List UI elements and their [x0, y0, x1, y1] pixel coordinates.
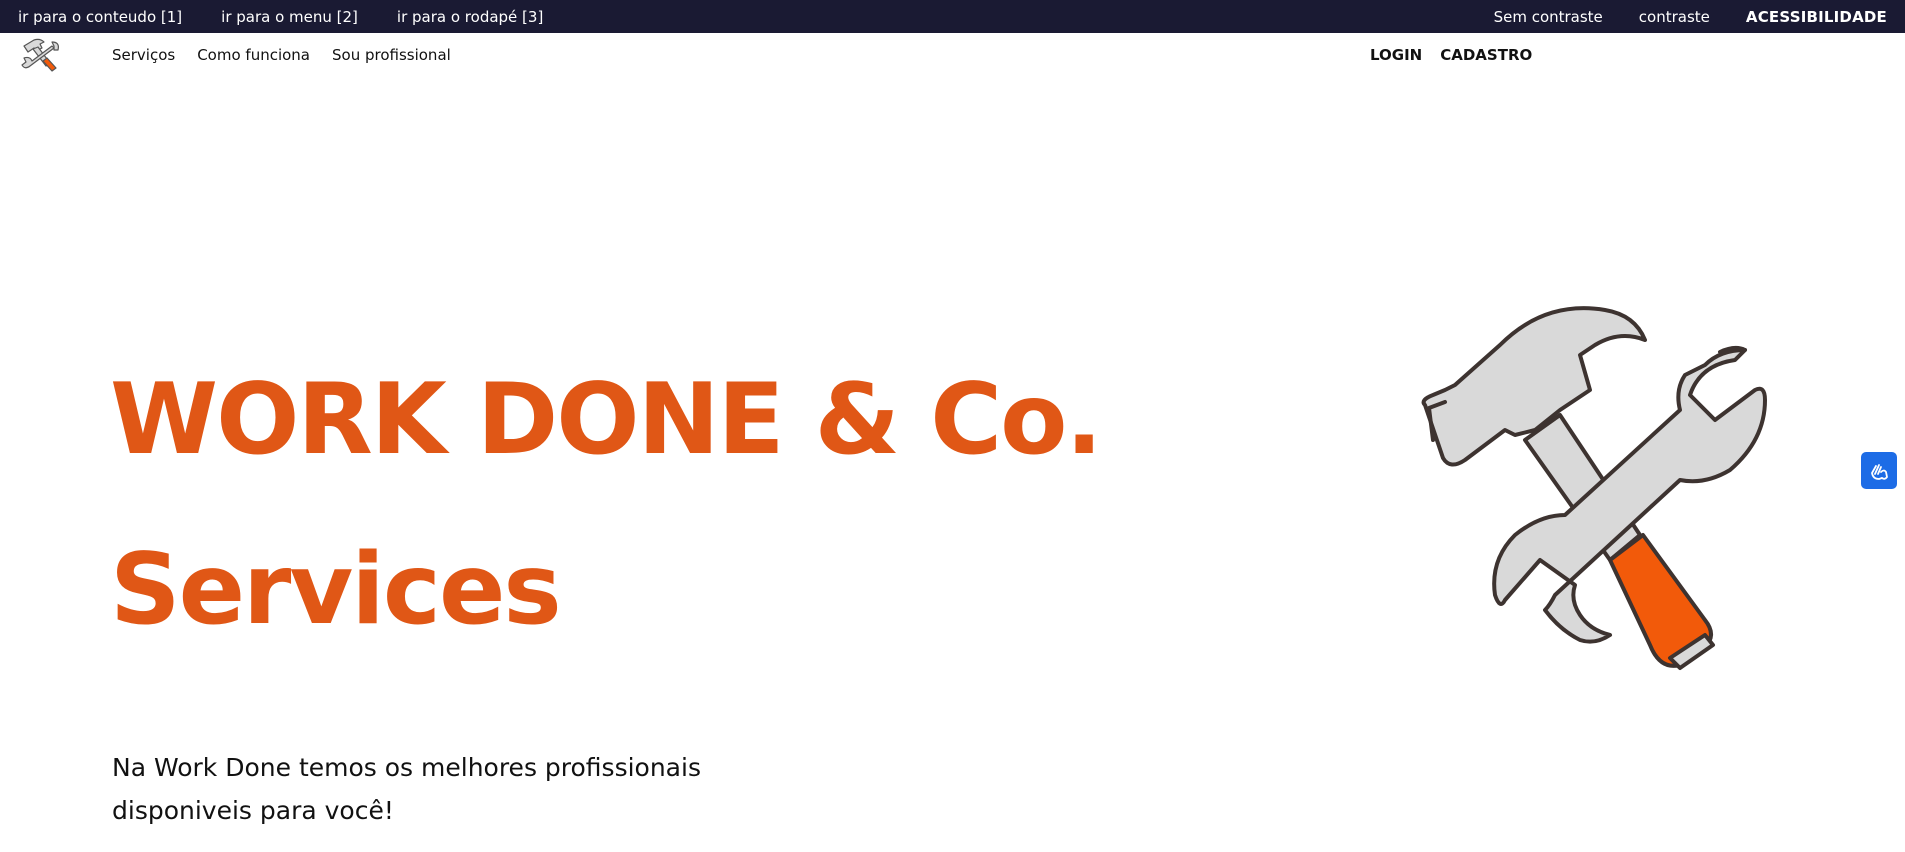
contrast-controls: Sem contraste contraste ACESSIBILIDADE: [1458, 8, 1887, 26]
contrast-button[interactable]: contraste: [1639, 8, 1710, 26]
hammer-wrench-icon: [1421, 306, 1767, 670]
hammer-wrench-icon: [21, 38, 59, 72]
hero-title-line-1: WORK DONE & Co.: [110, 363, 1103, 477]
signup-button[interactable]: CADASTRO: [1440, 46, 1532, 64]
nav-item-servicos[interactable]: Serviços: [112, 46, 175, 64]
nav-item-como-funciona[interactable]: Como funciona: [197, 46, 310, 64]
hero-title: WORK DONE & Co. Services: [110, 335, 1103, 675]
logo-link[interactable]: [16, 36, 62, 74]
skip-links: ir para o conteudo [1] ir para o menu [2…: [18, 8, 582, 26]
no-contrast-button[interactable]: Sem contraste: [1494, 8, 1603, 26]
hero-title-line-2: Services: [110, 533, 562, 647]
nav-menu: Serviços Como funciona Sou profissional: [112, 33, 473, 77]
sign-language-hands-icon: [1871, 463, 1888, 480]
auth-links: LOGIN CADASTRO: [1370, 33, 1550, 77]
skip-to-menu-link[interactable]: ir para o menu [2]: [221, 8, 358, 26]
skip-to-footer-link[interactable]: ir para o rodapé [3]: [397, 8, 543, 26]
login-button[interactable]: LOGIN: [1370, 46, 1422, 64]
skip-to-content-link[interactable]: ir para o conteudo [1]: [18, 8, 182, 26]
main-navbar: Serviços Como funciona Sou profissional …: [0, 33, 1905, 77]
sign-language-widget-button[interactable]: [1861, 452, 1897, 489]
hero-subtitle: Na Work Done temos os melhores profissio…: [112, 753, 701, 825]
accessibility-bar: ir para o conteudo [1] ir para o menu [2…: [0, 0, 1905, 33]
accessibility-link[interactable]: ACESSIBILIDADE: [1746, 8, 1887, 26]
nav-item-sou-profissional[interactable]: Sou profissional: [332, 46, 451, 64]
